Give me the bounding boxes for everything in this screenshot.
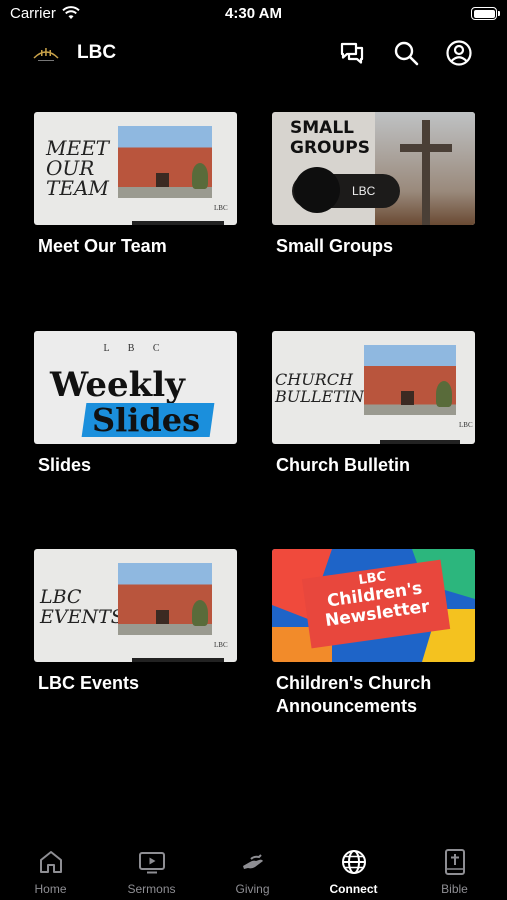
app-header: LBC bbox=[0, 30, 507, 76]
thumb-mark: LBC bbox=[214, 204, 228, 212]
thumb-title: SMALL GROUPS bbox=[290, 118, 371, 158]
tab-home[interactable]: Home bbox=[0, 848, 101, 896]
tab-label: Home bbox=[34, 882, 67, 896]
cross-icon bbox=[422, 120, 430, 225]
tv-icon bbox=[138, 852, 165, 874]
bible-icon bbox=[444, 849, 465, 875]
tile-lbc-events[interactable]: LBC EVENTS LBC LBC Events bbox=[34, 549, 237, 695]
tab-sermons[interactable]: Sermons bbox=[101, 848, 202, 896]
church-logo-icon bbox=[33, 48, 59, 61]
tab-label: Bible bbox=[441, 882, 468, 896]
clock: 4:30 AM bbox=[225, 5, 282, 22]
thumb-title: CHURCH BULLETIN bbox=[275, 370, 365, 406]
thumb-title: LBC EVENTS bbox=[40, 586, 124, 628]
tile-church-bulletin[interactable]: CHURCH BULLETIN LBC Church Bulletin bbox=[272, 331, 475, 477]
thumb-line-1: Weekly bbox=[50, 365, 185, 405]
tile-label: Children's Church Announcements bbox=[276, 673, 432, 716]
chat-icon[interactable] bbox=[337, 38, 367, 68]
tile-label: Church Bulletin bbox=[276, 455, 410, 475]
meet-our-team-thumbnail: MEET OUR TEAM LBC bbox=[34, 112, 237, 225]
church-bulletin-thumbnail: CHURCH BULLETIN LBC bbox=[272, 331, 475, 444]
church-photo bbox=[118, 563, 212, 635]
tab-label: Sermons bbox=[127, 882, 176, 896]
thumb-title: MEET OUR TEAM bbox=[46, 136, 110, 200]
thumb-pill-label: LBC bbox=[352, 184, 376, 198]
church-photo bbox=[118, 126, 212, 198]
tile-slides[interactable]: L B C Weekly Slides Slides bbox=[34, 331, 237, 477]
thumb-mark: LBC bbox=[459, 421, 473, 429]
slides-thumbnail: L B C Weekly Slides bbox=[34, 331, 237, 444]
battery-icon bbox=[471, 7, 500, 20]
thumb-top-text: L B C bbox=[103, 343, 168, 354]
tile-label: LBC Events bbox=[38, 673, 140, 693]
tile-childrens-church-announcements[interactable]: LBC Children's Newsletter Children's Chu… bbox=[272, 549, 475, 718]
small-groups-thumbnail: SMALL GROUPS LBC bbox=[272, 112, 475, 225]
globe-icon bbox=[341, 850, 366, 874]
tab-label: Connect bbox=[329, 882, 378, 896]
tile-label: Slides bbox=[38, 455, 92, 475]
lbc-events-thumbnail: LBC EVENTS LBC bbox=[34, 549, 237, 662]
tile-small-groups[interactable]: SMALL GROUPS LBC Small Groups bbox=[272, 112, 475, 258]
profile-icon[interactable] bbox=[444, 38, 474, 68]
church-photo bbox=[364, 345, 456, 415]
giving-hand-icon bbox=[242, 854, 263, 869]
tile-label: Meet Our Team bbox=[38, 236, 167, 256]
tab-giving[interactable]: Giving bbox=[202, 848, 303, 896]
app-title: LBC bbox=[77, 42, 117, 63]
tab-bar: Home Sermons Giving Connect Bible bbox=[0, 840, 507, 900]
home-icon bbox=[39, 851, 62, 873]
thumb-line-2: Slides bbox=[92, 401, 201, 439]
tab-label: Giving bbox=[235, 882, 270, 896]
status-bar: Carrier 4:30 AM bbox=[0, 0, 507, 30]
tab-connect[interactable]: Connect bbox=[303, 848, 404, 896]
thumb-mark: LBC bbox=[214, 641, 228, 649]
childrens-newsletter-thumbnail: LBC Children's Newsletter bbox=[272, 549, 475, 662]
tile-meet-our-team[interactable]: MEET OUR TEAM LBC Meet Our Team bbox=[34, 112, 237, 258]
tile-label: Small Groups bbox=[276, 236, 394, 256]
search-icon[interactable] bbox=[391, 38, 421, 68]
tab-bible[interactable]: Bible bbox=[404, 848, 505, 896]
